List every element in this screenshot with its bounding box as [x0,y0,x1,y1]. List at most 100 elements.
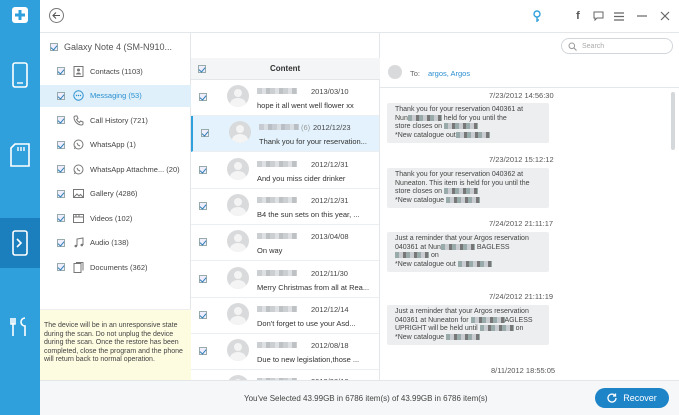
category-checkbox[interactable] [57,116,65,124]
message-preview: B4 the sun sets on this year, ... [257,209,360,219]
category-checkbox[interactable] [57,140,65,149]
phone-recovery-icon[interactable] [0,218,40,268]
message-row[interactable]: 2013/03/10 hope it all went well flower x… [191,80,379,116]
content-column-header: Content [270,64,301,73]
close-icon[interactable] [658,9,672,23]
category-checkbox[interactable] [57,214,65,222]
message-preview: Due to new legislation,those ... [257,355,360,365]
menu-icon[interactable] [612,9,626,23]
message-row[interactable]: 2012/08/18 Due to new legislation,those .… [191,334,379,371]
bubble-line: Thank you for your reservation 040362 at [395,171,524,178]
message-checkbox[interactable] [199,201,207,210]
sender-name-redacted [257,269,297,276]
category-item[interactable]: Gallery (4286) [40,183,191,205]
minimize-icon[interactable] [635,9,649,23]
bubble-line: *New catalogue [395,334,542,343]
key-icon[interactable] [530,9,544,23]
left-rail [0,0,40,415]
category-item[interactable]: WhatsApp Attachme... (20) [40,158,191,180]
contact-avatar [227,302,249,325]
tools-icon[interactable] [0,302,40,352]
facebook-icon[interactable]: f [571,9,585,23]
redacted-text [479,325,514,332]
redacted-text [470,316,505,323]
category-item[interactable]: Documents (362) [40,256,191,278]
message-row[interactable]: 2012/11/30 Merry Christmas from all at Re… [191,262,379,298]
whatsapp-icon [73,164,84,175]
message-list-pane: 2013/03/10 hope it all went well flower x… [191,33,380,380]
video-icon [73,213,84,224]
category-item[interactable]: Messaging (53) [40,84,191,107]
message-checkbox[interactable] [199,93,207,101]
category-label: Call History (721) [90,115,148,125]
contact-avatar [229,121,251,144]
bubble-line: 040361 at Nun BAGLESS [395,243,510,251]
recover-button[interactable]: Recover [595,388,669,408]
bubble-line: Nuneaton. This item is held for you unti… [395,179,530,187]
message-date: 2013/03/10 [311,87,349,96]
category-item[interactable]: Videos (102) [40,207,191,229]
message-date: 2012/12/14 [311,304,349,314]
category-checkbox[interactable] [57,238,65,247]
message-row[interactable]: (6) 2012/12/23 Thank you for your reservat… [191,116,379,153]
redacted-text [440,243,475,250]
feedback-icon[interactable] [591,9,605,23]
category-item[interactable]: WhatsApp (1) [40,134,191,156]
message-row[interactable]: 2012/08/18 [191,370,379,380]
message-date: 2012/12/23 [313,123,351,133]
message-preview: On way [257,246,283,256]
message-timestamp: 8/11/2012 18:55:05 [491,366,556,375]
bubble-line: *New catalogue out [395,132,542,141]
contact-avatar [227,85,249,107]
category-checkbox[interactable] [57,263,65,271]
category-item[interactable]: Call History (721) [40,109,191,131]
message-checkbox[interactable] [199,347,207,356]
message-row[interactable]: 2012/12/31 B4 the sun sets on this year, … [191,189,379,225]
message-checkbox[interactable] [201,129,209,138]
redacted-text [444,188,479,195]
category-item[interactable]: Contacts (1103) [40,60,191,82]
category-label: Documents (362) [90,262,148,272]
message-checkbox[interactable] [199,274,207,283]
message-preview: Thank you for your reservation... [259,137,367,147]
message-date: 2012/12/31 [311,195,349,205]
device-name: Galaxy Note 4 (SM-N910... [64,42,173,52]
message-checkbox[interactable] [199,165,207,174]
sd-card-icon[interactable] [0,130,40,180]
message-row[interactable]: 2012/12/31 And you miss cider drinker [191,153,379,189]
message-timestamp: 7/23/2012 15:12:12 [489,155,554,164]
category-checkbox[interactable] [57,165,65,173]
category-checkbox[interactable] [57,189,65,198]
bubble-line: store closes on [395,123,542,132]
category-checkbox[interactable] [57,67,65,75]
message-checkbox[interactable] [199,310,207,319]
sender-name-redacted [257,196,297,203]
category-checkbox[interactable] [57,91,65,100]
thread-count: (6) [301,123,311,133]
category-item[interactable]: Audio (138) [40,232,191,254]
message-date: 2013/04/08 [311,232,349,242]
phone-device-icon[interactable] [0,50,40,100]
contact-avatar [227,193,249,216]
bubble-line: *New catalogue [395,197,542,206]
device-checkbox[interactable] [50,43,58,51]
message-timestamp: 7/24/2012 21:11:17 [489,219,554,228]
select-all-checkbox[interactable] [198,65,206,73]
search-input[interactable]: Search [582,43,604,50]
back-icon[interactable] [49,8,64,23]
bubble-line: UPRIGHT will be held until on [395,325,524,332]
sender-name-redacted [259,124,299,131]
app-logo-icon [0,0,40,30]
search-box[interactable]: Search [561,38,673,54]
thread-scrollbar[interactable] [671,92,675,150]
message-checkbox[interactable] [199,238,207,247]
message-row[interactable]: 2012/12/14 Don't forget to use your Asd..… [191,298,379,334]
recover-label: Recover [623,393,657,403]
bubble-line: 040361 at Nuneaton for AGLESS [395,316,533,324]
message-icon [73,90,84,101]
phone-icon [73,115,84,126]
message-row[interactable]: 2013/04/08 On way [191,225,379,262]
bubble-line: store closes on [395,188,542,197]
list-header: Content [191,58,380,80]
device-row[interactable]: Galaxy Note 4 (SM-N910... [50,42,172,52]
